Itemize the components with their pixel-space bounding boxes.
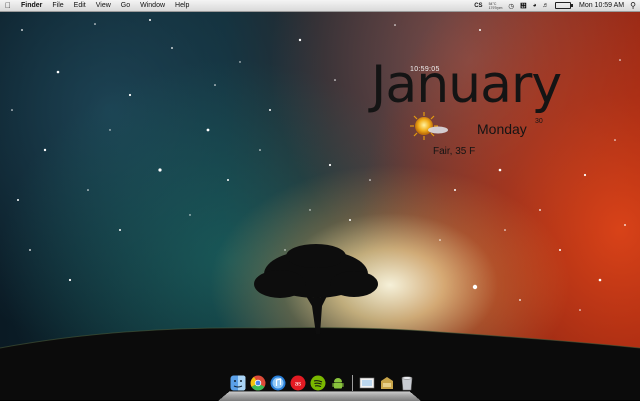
menu-finder[interactable]: Finder xyxy=(16,0,47,11)
svg-text:as: as xyxy=(295,382,301,388)
battery-icon[interactable] xyxy=(555,2,573,9)
dock-icons: as xyxy=(230,375,419,391)
time-machine-icon[interactable]: ◷ xyxy=(508,2,514,10)
status-area: CS 54°C 1797rpm ◷ ᚟ ◕ ♬ Mon 10:59 AM ⚲ xyxy=(468,0,640,11)
menu-window[interactable]: Window xyxy=(135,0,170,11)
menu-file[interactable]: File xyxy=(47,0,68,11)
weather-conditions: Fair, 35 F xyxy=(433,146,476,157)
downloads-icon[interactable] xyxy=(379,375,395,391)
dock: as xyxy=(218,374,421,401)
menu-view[interactable]: View xyxy=(91,0,116,11)
menu-go[interactable]: Go xyxy=(116,0,135,11)
widget-date: 30 xyxy=(535,118,543,125)
chrome-icon[interactable] xyxy=(250,375,266,391)
menu-help[interactable]: Help xyxy=(170,0,194,11)
itunes-icon[interactable] xyxy=(270,375,286,391)
spotify-icon[interactable] xyxy=(310,375,326,391)
sun-cloud-icon xyxy=(410,112,448,140)
status-app-glyph[interactable]: CS xyxy=(474,3,482,9)
bluetooth-icon[interactable]: ᚟ xyxy=(520,2,527,10)
apple-icon[interactable]:  xyxy=(0,1,16,10)
dock-separator xyxy=(352,375,353,391)
menu-bar:  Finder File Edit View Go Window Help C… xyxy=(0,0,640,12)
widget-day: Monday xyxy=(477,121,527,137)
android-icon[interactable] xyxy=(330,375,346,391)
trash-icon[interactable] xyxy=(399,375,415,391)
volume-icon[interactable]: ♬ xyxy=(543,2,550,9)
tree-silhouette xyxy=(254,244,378,334)
wifi-icon[interactable]: ◕ xyxy=(533,2,537,9)
lastfm-icon[interactable]: as xyxy=(290,375,306,391)
menu-edit[interactable]: Edit xyxy=(69,0,91,11)
widget-month: January xyxy=(371,55,562,115)
fan-line: 1797rpm xyxy=(488,5,503,10)
menu-clock[interactable]: Mon 10:59 AM xyxy=(579,2,624,9)
spotlight-search-icon[interactable]: ⚲ xyxy=(630,1,636,10)
preview-icon[interactable] xyxy=(359,375,375,391)
finder-icon[interactable] xyxy=(230,375,246,391)
temperature-monitor[interactable]: 54°C 1797rpm xyxy=(489,2,503,10)
